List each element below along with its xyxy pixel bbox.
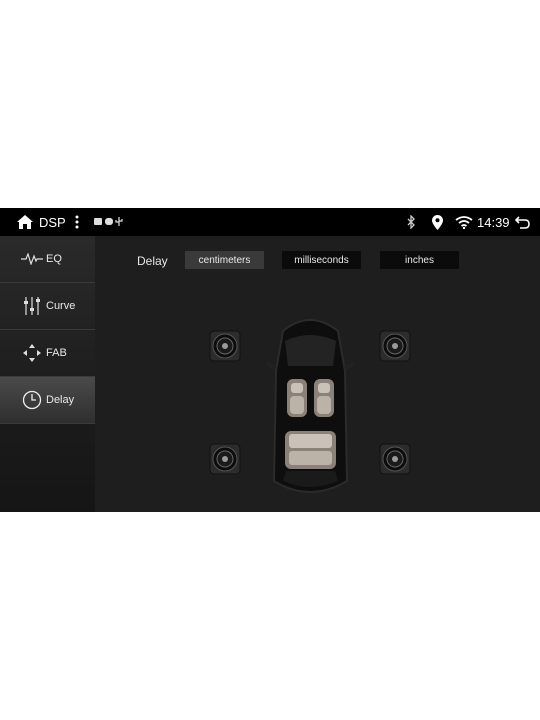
speaker-front-left[interactable] bbox=[209, 330, 241, 362]
waveform-icon bbox=[20, 247, 44, 271]
bluetooth-status bbox=[406, 208, 416, 236]
more-options-button[interactable] bbox=[74, 208, 80, 236]
home-button[interactable] bbox=[16, 208, 34, 236]
delay-title: Delay bbox=[137, 254, 168, 268]
speaker-front-right[interactable] bbox=[379, 330, 411, 362]
notification-icons bbox=[94, 208, 124, 236]
image-icon bbox=[94, 218, 102, 225]
speaker-icon bbox=[379, 443, 411, 475]
sliders-icon bbox=[20, 294, 44, 318]
wifi-icon bbox=[455, 215, 473, 229]
head-unit-screen: DSP 14:39 EQ Curve FAB Delay Delay centi… bbox=[0, 208, 540, 512]
more-vert-icon bbox=[75, 215, 79, 229]
location-status bbox=[432, 208, 443, 236]
sidebar-item-curve[interactable]: Curve bbox=[0, 283, 95, 330]
speaker-icon bbox=[209, 443, 241, 475]
app-title: DSP bbox=[39, 214, 66, 230]
sidebar: EQ Curve FAB Delay bbox=[0, 236, 95, 512]
speaker-icon bbox=[209, 330, 241, 362]
usb-icon bbox=[115, 217, 123, 226]
sidebar-item-label: FAB bbox=[46, 347, 67, 359]
speaker-icon bbox=[379, 330, 411, 362]
clock-icon bbox=[20, 388, 44, 412]
sidebar-item-fab[interactable]: FAB bbox=[0, 330, 95, 377]
home-icon bbox=[17, 215, 33, 229]
sidebar-item-delay[interactable]: Delay bbox=[0, 377, 95, 424]
wifi-status bbox=[455, 208, 473, 236]
bluetooth-icon bbox=[407, 215, 415, 229]
sidebar-item-label: Delay bbox=[46, 394, 75, 406]
settings-icon bbox=[105, 218, 113, 225]
clock: 14:39 bbox=[477, 214, 510, 230]
sidebar-item-label: EQ bbox=[46, 253, 62, 265]
unit-centimeters-button[interactable]: centimeters bbox=[185, 251, 264, 269]
speaker-rear-left[interactable] bbox=[209, 443, 241, 475]
status-bar: DSP 14:39 bbox=[0, 208, 540, 236]
speaker-rear-right[interactable] bbox=[379, 443, 411, 475]
sidebar-item-label: Curve bbox=[46, 300, 76, 312]
back-icon bbox=[515, 215, 530, 229]
location-icon bbox=[432, 214, 443, 230]
back-button[interactable] bbox=[515, 208, 530, 236]
sidebar-item-eq[interactable]: EQ bbox=[0, 236, 95, 283]
car-top-view bbox=[265, 319, 356, 493]
fader-balance-icon bbox=[20, 341, 44, 365]
unit-milliseconds-button[interactable]: milliseconds bbox=[282, 251, 361, 269]
delay-panel: Delay centimeters milliseconds inches bbox=[95, 236, 540, 512]
unit-inches-button[interactable]: inches bbox=[380, 251, 459, 269]
